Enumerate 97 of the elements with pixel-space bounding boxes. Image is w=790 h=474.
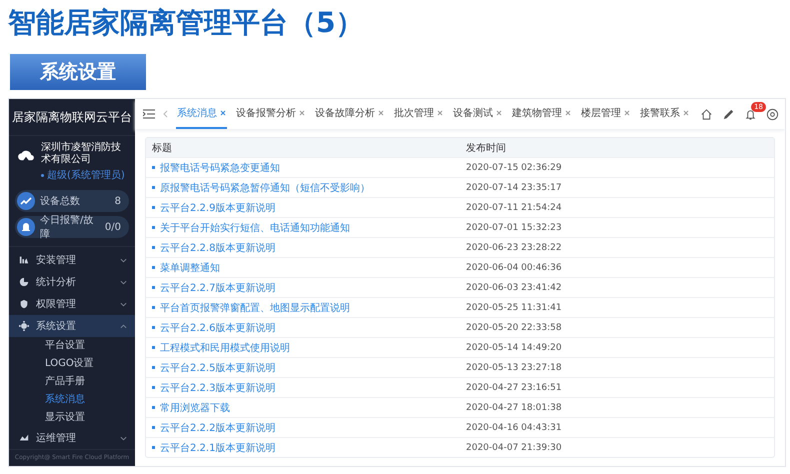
- column-header: 发布时间: [465, 142, 507, 156]
- publish-time: 2020-07-11 21:54:24: [466, 202, 562, 212]
- bullet-icon: [152, 306, 155, 309]
- company-name: 深圳市凌智消防技术有限公司: [41, 142, 122, 166]
- bullet-icon: [152, 246, 155, 249]
- message-link[interactable]: 云平台2.2.6版本更新说明: [160, 320, 276, 334]
- close-icon[interactable]: [299, 110, 305, 116]
- menu-icon: [19, 321, 29, 331]
- menu-icon[interactable]: [143, 109, 155, 119]
- slide-title: 智能居家隔离管理平台（5）: [6, 5, 364, 41]
- close-icon[interactable]: [683, 110, 689, 116]
- tab[interactable]: 批次管理: [393, 99, 444, 129]
- bullet-icon: [152, 166, 155, 169]
- publish-time: 2020-05-13 23:27:18: [466, 362, 562, 372]
- message-link[interactable]: 云平台2.2.2版本更新说明: [160, 420, 276, 434]
- publish-time: 2020-06-04 00:46:36: [466, 262, 562, 272]
- close-icon[interactable]: [624, 110, 630, 116]
- tab[interactable]: 设备测试: [452, 99, 503, 129]
- menu-icon: [19, 299, 29, 309]
- bullet-icon: [152, 206, 155, 209]
- publish-time: 2020-04-16 04:43:31: [466, 422, 562, 432]
- settings-icon[interactable]: [766, 108, 779, 120]
- bullet-icon: [41, 174, 44, 176]
- message-link[interactable]: 云平台2.2.9版本更新说明: [160, 200, 276, 214]
- stat-label: 设备总数: [40, 194, 81, 208]
- close-icon[interactable]: [378, 110, 384, 116]
- message-link[interactable]: 工程模式和民用模式使用说明: [160, 340, 290, 354]
- menu-item[interactable]: 安装管理: [9, 249, 135, 271]
- notification-icon[interactable]: [744, 108, 757, 120]
- bullet-icon: [152, 346, 155, 349]
- close-icon[interactable]: [220, 110, 226, 116]
- tab[interactable]: 设备报警分析: [235, 99, 306, 129]
- tab[interactable]: 楼层管理: [580, 99, 631, 129]
- menu-icon: [19, 255, 29, 265]
- submenu-item[interactable]: 系统消息: [9, 391, 135, 409]
- chevron-left-icon[interactable]: [163, 110, 168, 118]
- publish-time: 2020-07-14 23:35:17: [466, 182, 562, 192]
- message-link[interactable]: 云平台2.2.3版本更新说明: [160, 380, 276, 394]
- message-link[interactable]: 报警电话号码紧急变更通知: [160, 160, 280, 174]
- publish-time: 2020-07-15 02:36:29: [466, 162, 562, 172]
- message-link[interactable]: 平台首页报警弹窗配置、地图显示配置说明: [160, 300, 350, 314]
- publish-time: 2020-05-25 11:31:41: [466, 302, 562, 312]
- app-title: 居家隔离物联网云平台: [9, 99, 135, 136]
- stat-value: 0/0: [104, 222, 121, 232]
- message-link[interactable]: 原报警电话号码紧急暂停通知（短信不受影响）: [160, 180, 370, 194]
- publish-time: 2020-04-27 23:16:51: [466, 382, 562, 392]
- menu-item[interactable]: 统计分析: [9, 271, 135, 293]
- submenu-item[interactable]: 显示设置: [9, 409, 135, 427]
- message-link[interactable]: 菜单调整通知: [160, 260, 220, 274]
- bullet-icon: [152, 326, 155, 329]
- trend-icon: [17, 192, 35, 210]
- section-label: 系统设置: [10, 54, 146, 90]
- column-header: 标题: [151, 142, 173, 156]
- submenu-item[interactable]: 产品手册: [9, 373, 135, 391]
- stat-value: 8: [114, 196, 121, 206]
- close-icon[interactable]: [565, 110, 571, 116]
- message-link[interactable]: 云平台2.2.1版本更新说明: [160, 440, 276, 454]
- bullet-icon: [152, 426, 155, 429]
- menu-item[interactable]: 运维管理: [9, 427, 135, 449]
- menu-item[interactable]: 系统设置: [9, 315, 135, 337]
- message-link[interactable]: 云平台2.2.5版本更新说明: [160, 360, 276, 374]
- pencil-icon[interactable]: [722, 108, 735, 120]
- tab[interactable]: 设备故障分析: [314, 99, 385, 129]
- message-link[interactable]: 云平台2.2.8版本更新说明: [160, 240, 276, 254]
- cloud-icon: [17, 148, 35, 162]
- menu-icon: [19, 277, 29, 287]
- close-icon[interactable]: [496, 110, 502, 116]
- bell-icon: [17, 218, 35, 236]
- home-icon[interactable]: [700, 108, 713, 120]
- submenu-item[interactable]: LOGO设置: [9, 355, 135, 373]
- user-role: 超级(系统管理员): [47, 168, 125, 182]
- bullet-icon: [152, 446, 155, 449]
- publish-time: 2020-05-20 22:33:58: [466, 322, 562, 332]
- bullet-icon: [152, 386, 155, 389]
- bullet-icon: [152, 366, 155, 369]
- tab[interactable]: 接警联系: [639, 99, 690, 129]
- submenu-item[interactable]: 平台设置: [9, 337, 135, 355]
- publish-time: 2020-04-07 21:39:30: [466, 442, 562, 452]
- bullet-icon: [152, 226, 155, 229]
- stat-label: 今日报警/故障: [40, 214, 94, 241]
- menu-icon: [19, 433, 29, 443]
- close-icon[interactable]: [437, 110, 443, 116]
- bullet-icon: [152, 286, 155, 289]
- publish-time: 2020-06-03 23:41:42: [466, 282, 562, 292]
- tab[interactable]: 系统消息: [176, 99, 227, 129]
- publish-time: 2020-04-27 18:01:38: [466, 402, 562, 412]
- bullet-icon: [152, 186, 155, 189]
- publish-time: 2020-05-14 14:49:20: [466, 342, 562, 352]
- message-link[interactable]: 常用浏览器下载: [160, 400, 230, 414]
- bullet-icon: [152, 406, 155, 409]
- message-link[interactable]: 关于平台开始实行短信、电话通知功能通知: [160, 220, 350, 234]
- publish-time: 2020-07-01 15:32:23: [466, 222, 562, 232]
- bullet-icon: [152, 266, 155, 269]
- publish-time: 2020-06-23 23:28:22: [466, 242, 562, 252]
- tab[interactable]: 建筑物管理: [511, 99, 572, 129]
- message-link[interactable]: 云平台2.2.7版本更新说明: [160, 280, 276, 294]
- menu-item[interactable]: 权限管理: [9, 293, 135, 315]
